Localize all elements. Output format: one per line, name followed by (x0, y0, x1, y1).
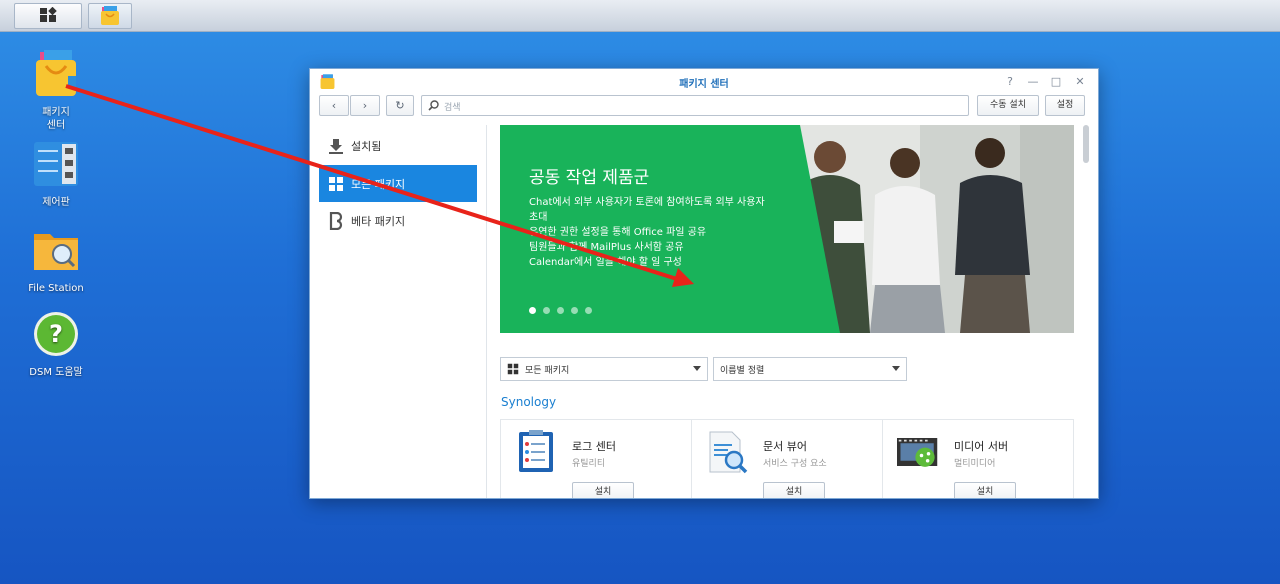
desktop-icon-label: DSM 도움말 (29, 367, 83, 378)
grid-icon (40, 7, 57, 22)
desktop-icon-label: 패키지 (42, 107, 70, 118)
back-button[interactable]: ‹ (319, 95, 349, 116)
banner-dot[interactable] (571, 307, 578, 314)
sidebar: 설치됨 모든 패키지 베타 패키지 (310, 125, 487, 498)
category-select-value: 모든 패키지 (525, 365, 570, 376)
package-category: 멀티미디어 (954, 459, 996, 469)
svg-text:?: ? (49, 320, 63, 348)
main-menu-button[interactable] (14, 3, 82, 29)
scrollbar-thumb[interactable] (1083, 125, 1089, 163)
banner-line: 초대 (529, 212, 548, 223)
search-placeholder: 검색 (444, 103, 461, 113)
desktop-icon-package-center[interactable]: 패키지 센터 (16, 50, 96, 132)
refresh-button[interactable]: ↻ (386, 95, 414, 116)
file-station-icon (34, 234, 78, 270)
grid-icon (507, 363, 519, 375)
banner-pagination (529, 307, 592, 314)
sort-select-value: 이름별 정렬 (720, 365, 765, 376)
promo-banner[interactable]: 공동 작업 제품군 Chat에서 외부 사용자가 토론에 참여하도록 외부 사용… (500, 125, 1074, 333)
help-button[interactable]: ? (1003, 75, 1017, 88)
package-name: 문서 뷰어 (763, 440, 807, 453)
desktop-icon-label: File Station (28, 283, 84, 294)
settings-button[interactable]: 설정 (1045, 95, 1085, 116)
banner-line: 유연한 권한 설정을 통해 Office 파일 공유 (529, 227, 707, 238)
sidebar-item-label: 베타 패키지 (351, 214, 406, 228)
banner-line: Calendar에서 일을 해야 할 일 구성 (529, 257, 682, 268)
banner-dot[interactable] (557, 307, 564, 314)
forward-button[interactable]: › (350, 95, 380, 116)
package-card-document-viewer[interactable]: 문서 뷰어 서비스 구성 요소 설치 (692, 420, 883, 498)
media-server-icon (897, 438, 938, 467)
sidebar-item-installed[interactable]: 설치됨 (319, 127, 477, 164)
help-icon: ? (34, 312, 78, 356)
package-category: 유틸리티 (572, 459, 606, 469)
package-category: 서비스 구성 요소 (763, 459, 827, 469)
maximize-button[interactable]: □ (1049, 75, 1063, 88)
package-card-media-server[interactable]: 미디어 서버 멀티미디어 설치 (883, 420, 1074, 498)
main-content: 공동 작업 제품군 Chat에서 외부 사용자가 토론에 참여하도록 외부 사용… (488, 125, 1098, 498)
banner-dot[interactable] (529, 307, 536, 314)
banner-title: 공동 작업 제품군 (529, 168, 650, 188)
minimize-button[interactable]: — (1026, 75, 1040, 88)
install-button[interactable]: 설치 (763, 482, 825, 498)
desktop-icon-file-station[interactable]: File Station (16, 226, 96, 295)
sort-select[interactable]: 이름별 정렬 (713, 357, 907, 381)
sidebar-item-all-packages[interactable]: 모든 패키지 (319, 165, 477, 202)
window-toolbar: ‹ › ↻ 검색 수동 설치 설정 (310, 95, 1098, 121)
sidebar-item-label: 설치됨 (351, 139, 382, 153)
package-card-log-center[interactable]: 로그 센터 유틸리티 설치 (501, 420, 692, 498)
taskbar (0, 0, 1280, 32)
section-title: Synology (501, 395, 557, 409)
sidebar-item-label: 모든 패키지 (351, 177, 406, 191)
package-center-icon (101, 6, 119, 25)
package-list: 로그 센터 유틸리티 설치 문서 뷰어 서비스 구성 요소 설치 미디어 서버 … (500, 419, 1074, 498)
grid-icon (327, 175, 345, 193)
install-button[interactable]: 설치 (954, 482, 1016, 498)
log-center-icon (519, 430, 553, 472)
banner-line: 팀원들과 함께 MailPlus 사서함 공유 (529, 242, 684, 253)
banner-dot[interactable] (585, 307, 592, 314)
package-name: 미디어 서버 (954, 440, 1009, 453)
category-select[interactable]: 모든 패키지 (500, 357, 708, 381)
sidebar-item-beta-packages[interactable]: 베타 패키지 (319, 202, 477, 239)
desktop-icon-label: 제어판 (42, 197, 70, 208)
chevron-down-icon (693, 366, 701, 371)
chevron-down-icon (892, 366, 900, 371)
beta-icon (327, 211, 345, 230)
banner-line: Chat에서 외부 사용자가 토론에 참여하도록 외부 사용자 (529, 197, 765, 208)
control-panel-icon (34, 142, 78, 186)
document-viewer-icon (709, 431, 748, 474)
search-input[interactable]: 검색 (421, 95, 969, 116)
package-name: 로그 센터 (572, 440, 616, 453)
package-center-window: 패키지 센터 ? — □ ✕ ‹ › ↻ 검색 수동 설치 설정 설치됨 모든 … (309, 68, 1099, 499)
window-titlebar[interactable]: 패키지 센터 ? — □ ✕ (310, 69, 1098, 95)
desktop-icon-label: 센터 (46, 120, 66, 131)
close-button[interactable]: ✕ (1073, 75, 1087, 88)
manual-install-button[interactable]: 수동 설치 (977, 95, 1039, 116)
window-title: 패키지 센터 (679, 79, 729, 90)
download-icon (327, 137, 345, 155)
taskbar-package-center[interactable] (88, 3, 132, 29)
package-center-icon (36, 50, 76, 96)
desktop-icon-control-panel[interactable]: 제어판 (16, 140, 96, 209)
search-icon (428, 100, 439, 111)
banner-dot[interactable] (543, 307, 550, 314)
desktop-icon-dsm-help[interactable]: ? DSM 도움말 (16, 310, 96, 379)
install-button[interactable]: 설치 (572, 482, 634, 498)
